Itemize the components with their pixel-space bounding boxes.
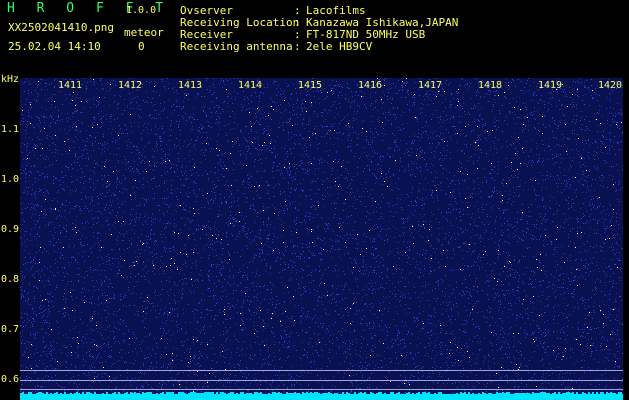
x-tick-1419: 1419 xyxy=(538,80,563,91)
info-value-antenna: 2ele HB9CV xyxy=(306,40,373,53)
x-tick-1417: 1417 xyxy=(418,80,443,91)
spectrogram-noise xyxy=(20,78,623,400)
y-tick-0-7: 0.7 xyxy=(1,324,20,335)
meteor-count: 0 xyxy=(138,40,145,53)
version-label: 1.0.0 xyxy=(126,5,157,16)
info-sep-antenna: : xyxy=(294,40,301,53)
x-tick-1416: 1416 xyxy=(358,80,383,91)
x-tick-1412: 1412 xyxy=(118,80,143,91)
y-tick-0-9: 0.9 xyxy=(1,224,20,235)
x-tick-1411: 1411 xyxy=(58,80,83,91)
x-tick-1415: 1415 xyxy=(298,80,323,91)
y-tick-0-6: 0.6 xyxy=(1,374,20,385)
info-label-antenna: Receiving antenna xyxy=(180,40,293,53)
spectrogram-plot xyxy=(20,78,623,400)
x-tick-1420: 1420 xyxy=(598,80,623,91)
y-tick-1-0: 1.0 xyxy=(1,174,20,185)
y-tick-0-8: 0.8 xyxy=(1,274,20,285)
y-unit-label: kHz xyxy=(1,74,20,85)
x-tick-1413: 1413 xyxy=(178,80,203,91)
x-tick-1418: 1418 xyxy=(478,80,503,91)
datetime-label: 25.02.04 14:10 xyxy=(8,40,101,53)
filename-label: XX2502041410.png xyxy=(8,21,114,34)
meteor-label: meteor xyxy=(124,26,164,39)
x-tick-1414: 1414 xyxy=(238,80,263,91)
y-tick-1-1: 1.1 xyxy=(1,124,20,135)
